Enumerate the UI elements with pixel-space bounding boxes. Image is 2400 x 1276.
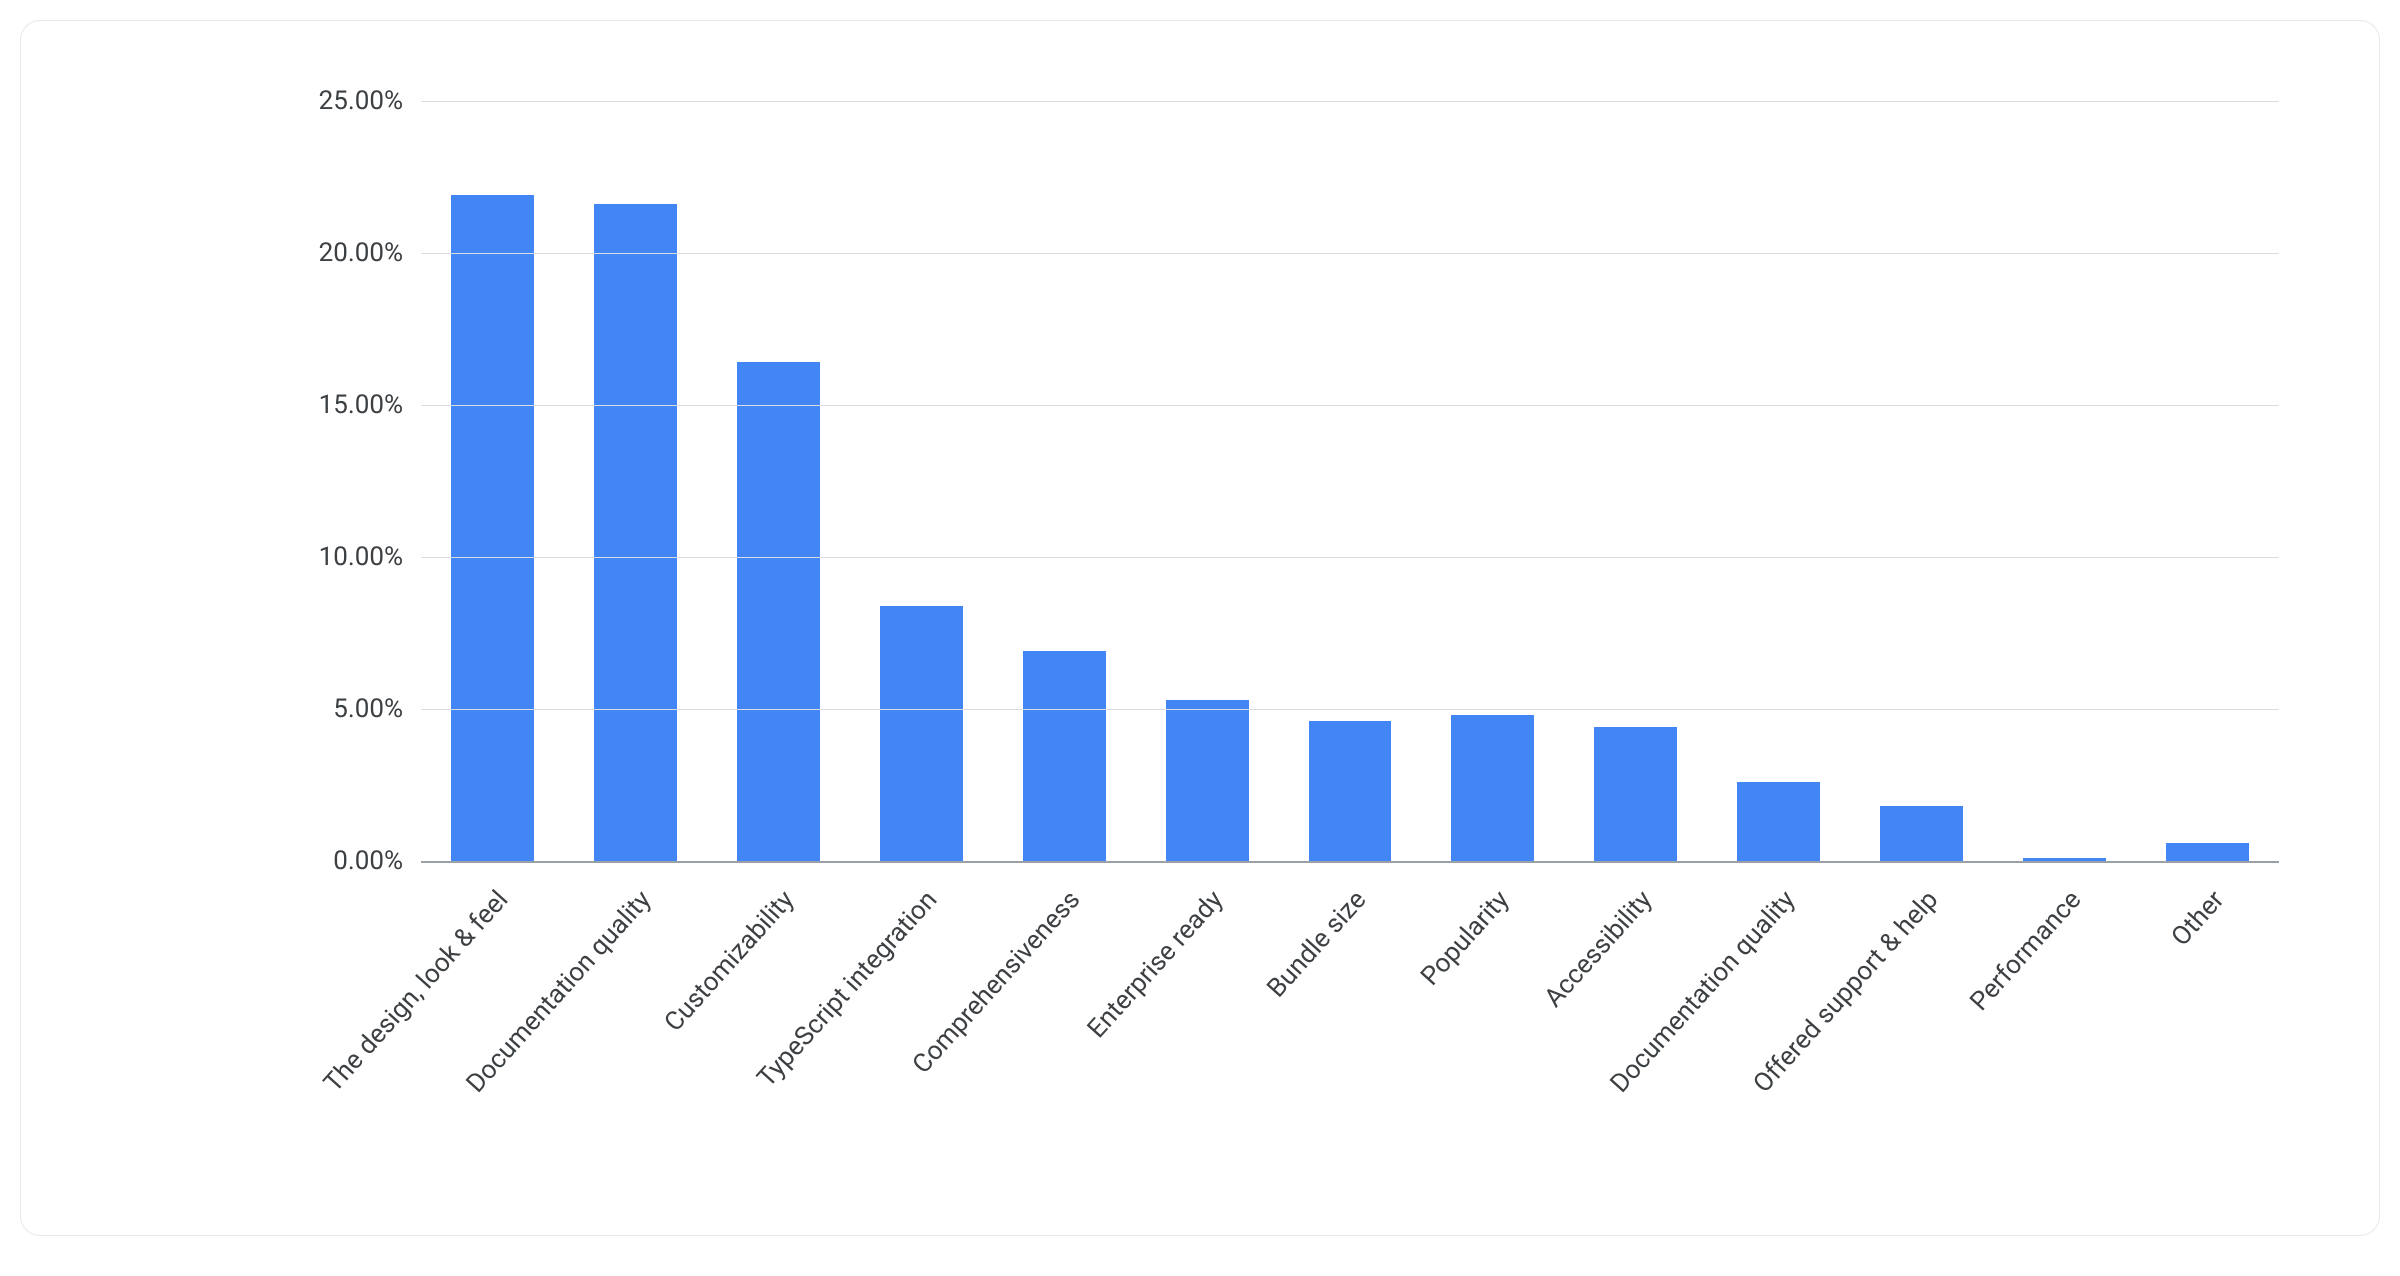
bar-slot	[421, 101, 564, 861]
y-tick-label: 15.00%	[319, 390, 421, 420]
bar-slot	[1707, 101, 1850, 861]
x-label-slot: Documentation quality	[564, 871, 707, 1231]
bar-slot	[2136, 101, 2279, 861]
bar-slot	[850, 101, 993, 861]
bar	[2166, 843, 2249, 861]
y-tick-label: 0.00%	[333, 846, 421, 876]
bar-slot	[1136, 101, 1279, 861]
bar-slot	[707, 101, 850, 861]
bar-slot	[1993, 101, 2136, 861]
plot-region: 0.00%5.00%10.00%15.00%20.00%25.00%	[421, 101, 2279, 861]
bar-slot	[1279, 101, 1422, 861]
x-label-slot: Comprehensiveness	[993, 871, 1136, 1231]
bar-slot	[1850, 101, 1993, 861]
bar	[594, 204, 677, 861]
bar	[1737, 782, 1820, 861]
chart-card: 0.00%5.00%10.00%15.00%20.00%25.00% The d…	[20, 20, 2380, 1236]
bar	[1023, 651, 1106, 861]
gridline	[421, 557, 2279, 558]
x-tick-label: Bundle size	[1261, 885, 1372, 1003]
gridline	[421, 405, 2279, 406]
bar	[1166, 700, 1249, 861]
x-label-slot: Performance	[1993, 871, 2136, 1231]
bar	[737, 362, 820, 861]
bar-slot	[1421, 101, 1564, 861]
x-label-slot: Other	[2136, 871, 2279, 1231]
x-tick-label: Other	[2165, 885, 2230, 952]
chart-area: 0.00%5.00%10.00%15.00%20.00%25.00% The d…	[61, 61, 2339, 1195]
bar	[1309, 721, 1392, 861]
bar-slot	[1564, 101, 1707, 861]
bar	[1880, 806, 1963, 861]
y-tick-label: 10.00%	[319, 542, 421, 572]
gridline	[421, 709, 2279, 710]
bar-slot	[993, 101, 1136, 861]
x-axis-baseline	[421, 861, 2279, 863]
bar	[1451, 715, 1534, 861]
x-label-slot: Offered support & help	[1850, 871, 1993, 1231]
x-label-slot: Popularity	[1421, 871, 1564, 1231]
x-label-slot: Enterprise ready	[1136, 871, 1279, 1231]
gridline	[421, 101, 2279, 102]
bars-container	[421, 101, 2279, 861]
bar	[1594, 727, 1677, 861]
x-label-slot: Bundle size	[1279, 871, 1422, 1231]
x-tick-label: Popularity	[1415, 885, 1515, 992]
bar	[451, 195, 534, 861]
bar	[880, 606, 963, 861]
gridline	[421, 253, 2279, 254]
y-tick-label: 25.00%	[319, 86, 421, 116]
x-axis-labels: The design, look & feelDocumentation qua…	[421, 871, 2279, 1231]
y-tick-label: 5.00%	[333, 694, 421, 724]
y-tick-label: 20.00%	[319, 238, 421, 268]
bar-slot	[564, 101, 707, 861]
